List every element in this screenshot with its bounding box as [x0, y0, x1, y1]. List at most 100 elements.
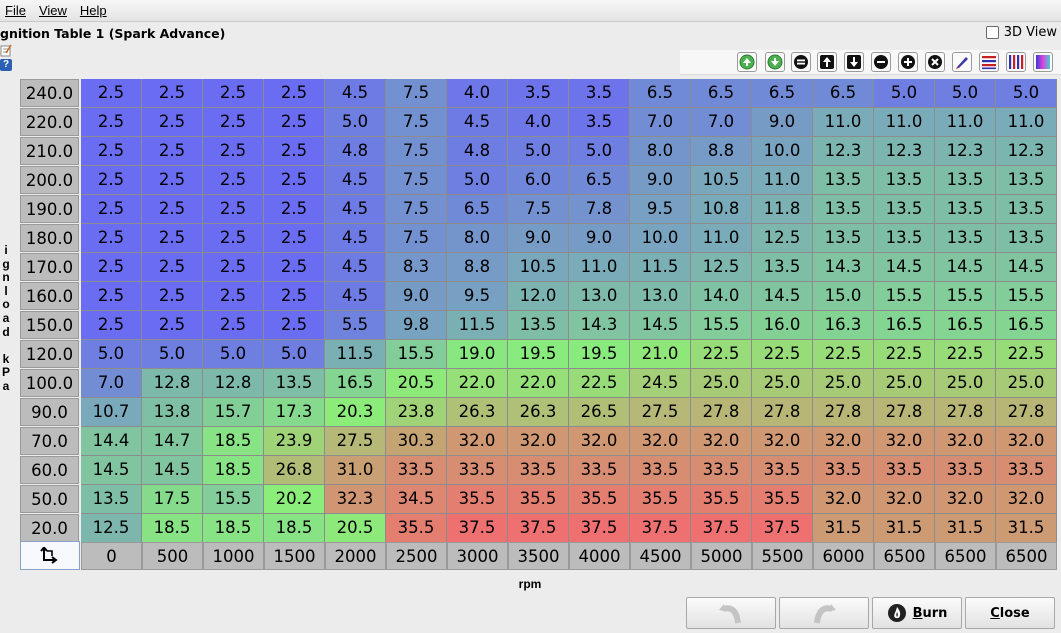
table-cell[interactable]: 9.0 [752, 108, 813, 137]
table-cell[interactable]: 12.5 [81, 514, 142, 543]
table-cell[interactable]: 35.5 [447, 485, 508, 514]
table-cell[interactable]: 7.8 [569, 195, 630, 224]
table-cell[interactable]: 11.5 [630, 253, 691, 282]
table-cell[interactable]: 7.5 [386, 166, 447, 195]
y-bin-label[interactable]: 240.0 [20, 79, 79, 107]
table-cell[interactable]: 3.5 [508, 79, 569, 108]
x-bin-label[interactable]: 6500 [874, 542, 935, 570]
table-cell[interactable]: 6.5 [569, 166, 630, 195]
table-cell[interactable]: 32.0 [752, 427, 813, 456]
gradient-button[interactable] [1033, 52, 1053, 72]
table-cell[interactable]: 12.3 [813, 137, 874, 166]
table-cell[interactable]: 32.0 [874, 427, 935, 456]
table-cell[interactable]: 5.0 [447, 166, 508, 195]
table-cell[interactable]: 14.3 [569, 311, 630, 340]
table-cell[interactable]: 4.5 [325, 282, 386, 311]
table-cell[interactable]: 23.9 [264, 427, 325, 456]
table-cell[interactable]: 2.5 [142, 79, 203, 108]
table-cell[interactable]: 2.5 [81, 79, 142, 108]
table-cell[interactable]: 23.8 [386, 398, 447, 427]
table-cell[interactable]: 4.5 [325, 166, 386, 195]
x-bin-label[interactable]: 6000 [813, 542, 874, 570]
table-cell[interactable]: 2.5 [81, 195, 142, 224]
table-cell[interactable]: 4.5 [447, 108, 508, 137]
table-cell[interactable]: 20.5 [325, 514, 386, 543]
table-cell[interactable]: 9.0 [508, 224, 569, 253]
table-cell[interactable]: 35.5 [691, 485, 752, 514]
equals-button[interactable] [791, 52, 811, 72]
table-cell[interactable]: 4.8 [325, 137, 386, 166]
table-cell[interactable]: 20.2 [264, 485, 325, 514]
table-cell[interactable]: 13.5 [996, 195, 1057, 224]
table-cell[interactable]: 22.5 [691, 340, 752, 369]
table-cell[interactable]: 16.5 [996, 311, 1057, 340]
table-cell[interactable]: 13.5 [874, 224, 935, 253]
y-bin-label[interactable]: 70.0 [20, 427, 79, 455]
table-cell[interactable]: 12.8 [142, 369, 203, 398]
table-cell[interactable]: 20.3 [325, 398, 386, 427]
table-cell[interactable]: 12.8 [203, 369, 264, 398]
table-cell[interactable]: 6.5 [752, 79, 813, 108]
x-bin-label[interactable]: 3500 [508, 542, 569, 570]
table-cell[interactable]: 2.5 [264, 166, 325, 195]
table-cell[interactable]: 4.5 [325, 79, 386, 108]
table-cell[interactable]: 19.0 [447, 340, 508, 369]
x-bin-label[interactable]: 1000 [203, 542, 264, 570]
table-cell[interactable]: 2.5 [203, 166, 264, 195]
minus-button[interactable] [871, 52, 891, 72]
table-cell[interactable]: 14.5 [996, 253, 1057, 282]
table-cell[interactable]: 21.0 [630, 340, 691, 369]
table-cell[interactable]: 10.5 [691, 166, 752, 195]
table-cell[interactable]: 7.0 [81, 369, 142, 398]
table-cell[interactable]: 37.5 [752, 514, 813, 543]
table-cell[interactable]: 33.5 [630, 456, 691, 485]
table-cell[interactable]: 15.0 [813, 282, 874, 311]
table-cell[interactable]: 18.5 [203, 427, 264, 456]
swap-axis-button[interactable] [20, 541, 80, 570]
table-cell[interactable]: 32.3 [325, 485, 386, 514]
table-cell[interactable]: 4.8 [447, 137, 508, 166]
table-cell[interactable]: 2.5 [203, 195, 264, 224]
increment-down-button[interactable] [844, 52, 864, 72]
pencil-button[interactable] [952, 52, 972, 72]
table-cell[interactable]: 17.3 [264, 398, 325, 427]
table-cell[interactable]: 2.5 [203, 224, 264, 253]
view-3d-toggle[interactable]: 3D View [985, 25, 1057, 40]
table-cell[interactable]: 2.5 [142, 253, 203, 282]
table-cell[interactable]: 13.0 [569, 282, 630, 311]
table-cell[interactable]: 13.5 [874, 195, 935, 224]
table-cell[interactable]: 22.5 [996, 340, 1057, 369]
table-cell[interactable]: 26.3 [447, 398, 508, 427]
table-cell[interactable]: 12.0 [508, 282, 569, 311]
table-cell[interactable]: 31.5 [874, 514, 935, 543]
table-cell[interactable]: 7.5 [386, 79, 447, 108]
table-cell[interactable]: 13.0 [630, 282, 691, 311]
table-cell[interactable]: 16.0 [752, 311, 813, 340]
table-cell[interactable]: 26.5 [569, 398, 630, 427]
table-cell[interactable]: 2.5 [142, 224, 203, 253]
table-cell[interactable]: 5.0 [264, 340, 325, 369]
table-cell[interactable]: 13.5 [508, 311, 569, 340]
table-cell[interactable]: 35.5 [630, 485, 691, 514]
table-cell[interactable]: 15.7 [203, 398, 264, 427]
table-cell[interactable]: 4.5 [325, 253, 386, 282]
table-cell[interactable]: 9.0 [630, 166, 691, 195]
table-cell[interactable]: 5.5 [325, 311, 386, 340]
table-cell[interactable]: 13.5 [996, 224, 1057, 253]
x-bin-label[interactable]: 500 [142, 542, 203, 570]
table-cell[interactable]: 34.5 [386, 485, 447, 514]
table-cell[interactable]: 27.8 [874, 398, 935, 427]
table-cell[interactable]: 11.5 [325, 340, 386, 369]
table-cell[interactable]: 11.0 [996, 108, 1057, 137]
table-cell[interactable]: 12.3 [935, 137, 996, 166]
table-cell[interactable]: 11.0 [569, 253, 630, 282]
table-cell[interactable]: 2.5 [264, 311, 325, 340]
table-cell[interactable]: 13.5 [935, 224, 996, 253]
table-cell[interactable]: 2.5 [203, 79, 264, 108]
table-cell[interactable]: 5.0 [203, 340, 264, 369]
close-button[interactable]: Close [965, 597, 1055, 629]
clear-button[interactable] [925, 52, 945, 72]
table-cell[interactable]: 2.5 [142, 195, 203, 224]
table-cell[interactable]: 31.5 [813, 514, 874, 543]
table-cell[interactable]: 15.5 [935, 282, 996, 311]
